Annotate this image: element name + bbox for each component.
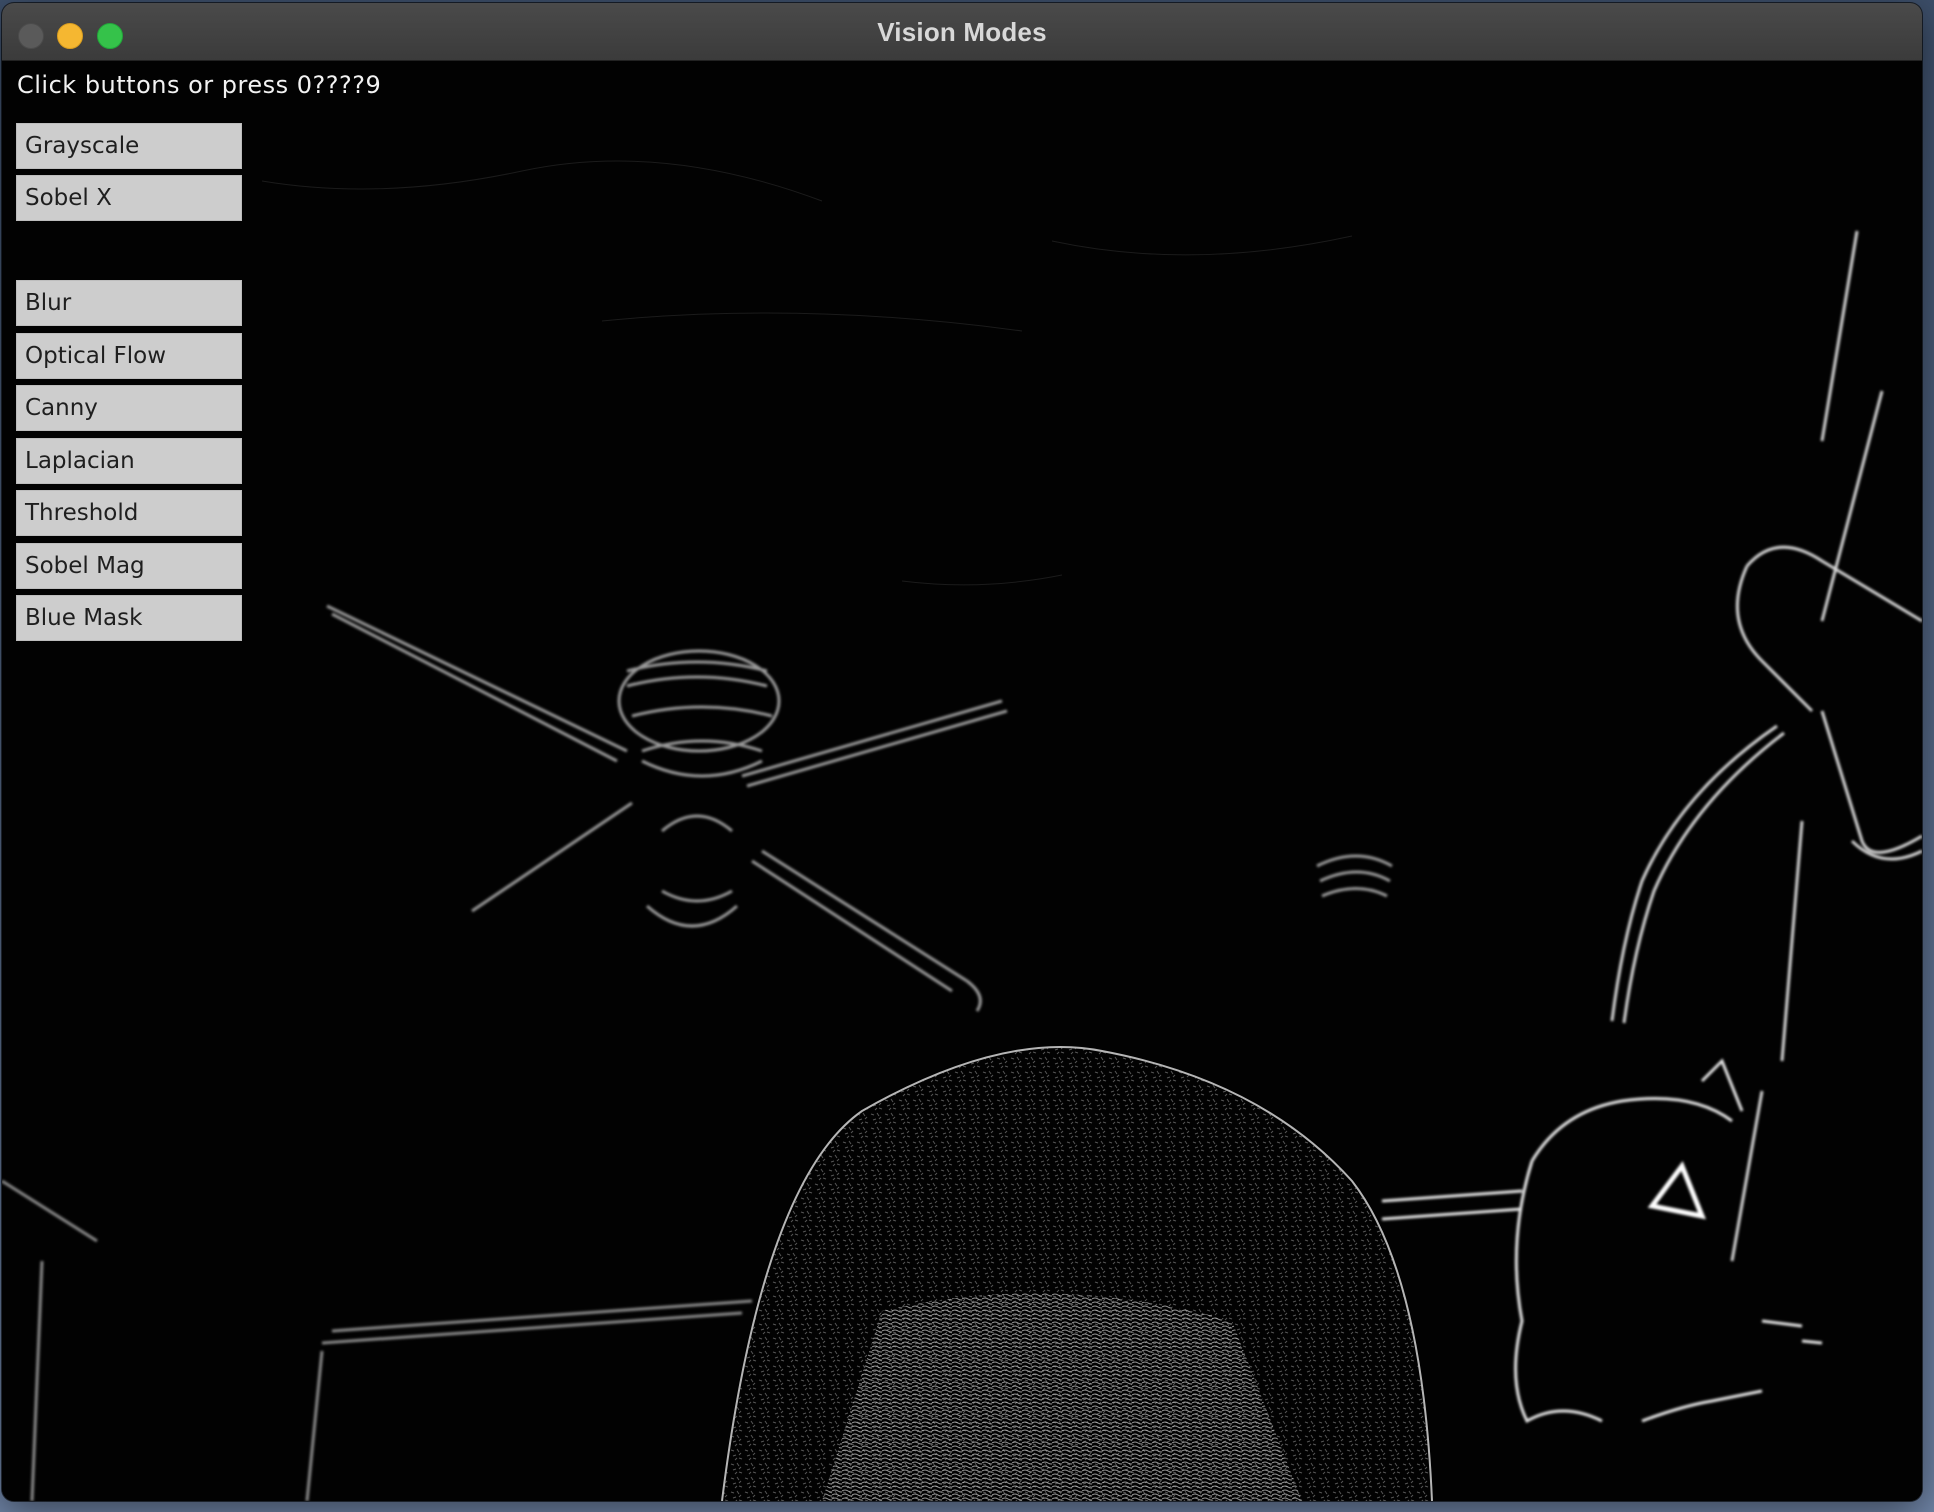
grayscale-button[interactable]: Grayscale: [16, 123, 242, 169]
threshold-button[interactable]: Threshold: [16, 490, 242, 536]
window-title: Vision Modes: [877, 17, 1047, 47]
laplacian-button[interactable]: Laplacian: [16, 438, 242, 484]
optical-flow-button[interactable]: Optical Flow: [16, 333, 242, 379]
device-edges: [1381, 1058, 1823, 1424]
blur-button[interactable]: Blur: [16, 280, 242, 326]
wall-texture: [261, 160, 1353, 586]
ceiling-fan-edges: [326, 604, 1393, 1012]
video-canvas[interactable]: Click buttons or press 0????9 Grayscale …: [2, 61, 1922, 1501]
lamp-edges: [1610, 230, 1922, 1262]
head-edges: [721, 1046, 1433, 1501]
wall-edges: [2, 1179, 753, 1501]
edge-detection-feed: [2, 160, 1922, 1501]
blue-mask-button[interactable]: Blue Mask: [16, 595, 242, 641]
sobel-x-button[interactable]: Sobel X: [16, 175, 242, 221]
canny-button[interactable]: Canny: [16, 385, 242, 431]
title-bar[interactable]: Vision Modes: [2, 3, 1922, 61]
sobel-mag-button[interactable]: Sobel Mag: [16, 543, 242, 589]
hint-text: Click buttons or press 0????9: [17, 71, 382, 99]
app-window: Vision Modes Click buttons or press 0???…: [2, 3, 1922, 1501]
